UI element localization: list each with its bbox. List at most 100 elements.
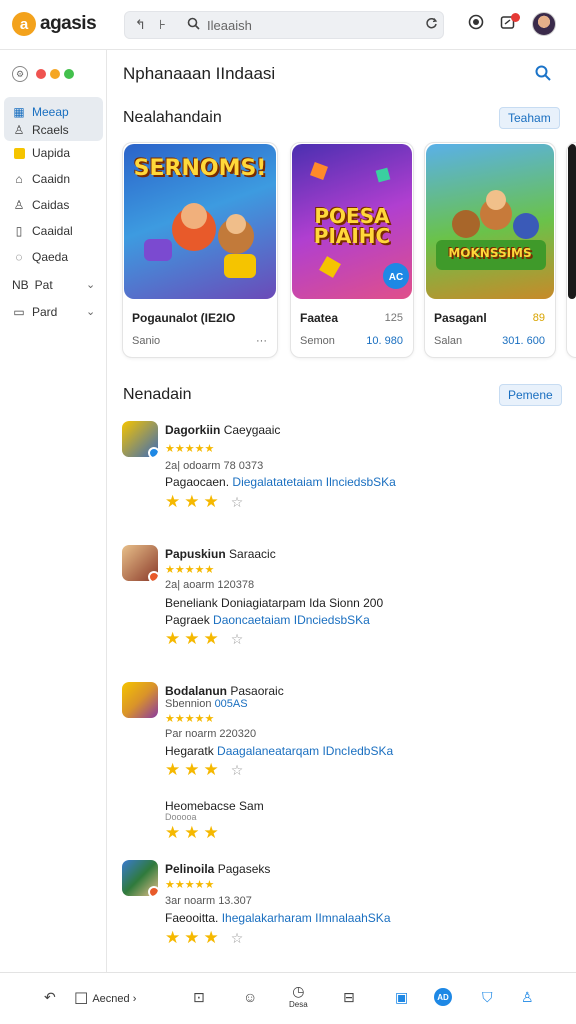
clock-label: Desa xyxy=(289,1000,308,1009)
checkbox-item[interactable]: ☐ Aecned › xyxy=(74,989,136,1009)
person-icon[interactable]: ♙ xyxy=(521,989,534,1006)
person-icon: ♙ xyxy=(13,198,25,212)
section-action-button[interactable]: Pemene xyxy=(499,384,562,406)
card-price: 301. 600 xyxy=(502,335,545,347)
game-card[interactable]: MOKNSSIMS Pasaganl 89 Salan 301. 600 xyxy=(424,142,556,358)
star-rating: ★★★★★ xyxy=(165,713,215,725)
sidebar-item-pard[interactable]: ▭ Pard xyxy=(12,303,57,321)
app-icon xyxy=(122,421,158,457)
sidebar-item-label: Qaeda xyxy=(32,250,69,264)
review-link[interactable]: Diegalatatetaiam IlnciedsbSKa xyxy=(232,475,395,489)
review-item[interactable]: Dagorkiin Caeygaaic ★★★★★ 2a| odoarm 78 … xyxy=(122,421,552,511)
review-link[interactable]: Daagalaneatarqam IDncIedbSKa xyxy=(217,744,393,758)
empty-star-icon[interactable]: ☆ xyxy=(231,631,248,647)
star-rating: ★★★★★ xyxy=(165,564,215,576)
more-icon[interactable]: ··· xyxy=(256,335,267,347)
maximize-dot[interactable] xyxy=(64,69,74,79)
review-item[interactable]: Bodalanun Pasaoraic Sbennion 005AS ★★★★★… xyxy=(122,682,552,782)
notification-badge xyxy=(511,13,520,22)
card-price: 10. 980 xyxy=(366,335,403,347)
review-meta: Par noarm 220320 xyxy=(165,728,257,740)
user-rating[interactable]: ★★★ ☆ xyxy=(165,629,247,649)
shield-icon[interactable]: ⛉ xyxy=(482,989,493,1006)
sidebar-item-label: Meeap xyxy=(32,105,69,119)
game-card[interactable]: POESA PIAIHC AC Faatea 125 Semon 10. 980 xyxy=(290,142,414,358)
settings-icon[interactable]: ⚙ xyxy=(12,66,28,82)
forward-icon[interactable]: ⊦ xyxy=(159,17,166,33)
card-title: Faatea xyxy=(300,311,339,325)
card-title: Pasaganl xyxy=(434,311,487,325)
section-action-button[interactable]: Teaham xyxy=(499,107,560,129)
search-icon[interactable] xyxy=(534,64,552,87)
chevron-down-icon[interactable]: ⌄ xyxy=(86,278,95,291)
card-title: Pogaunalot (IE2IO xyxy=(132,311,236,325)
ad-icon[interactable]: AD xyxy=(434,988,452,1006)
empty-star-icon[interactable]: ☆ xyxy=(231,930,248,946)
review-meta: Sbennion 005AS xyxy=(165,698,248,710)
review-meta: 2a| odoarm 78 0373 xyxy=(165,460,264,472)
sidebar-item-caaidn[interactable]: ⌂ Caaidn xyxy=(12,170,70,188)
sidebar-item-meeap[interactable]: ▦ Meeap xyxy=(12,103,69,121)
review-text: Pagraek Daoncaetaiam IDnciedsbSKa xyxy=(165,613,370,627)
sidebar-item-label: Rcaels xyxy=(32,123,69,137)
sidebar-item-uapida[interactable]: Uapida xyxy=(12,144,70,162)
reload-icon[interactable] xyxy=(425,17,438,33)
review-title: Bodalanun Pasaoraic xyxy=(165,684,284,698)
empty-star-icon[interactable]: ☆ xyxy=(231,494,248,510)
badge-app-icon[interactable]: ▣ xyxy=(395,989,408,1006)
review-item[interactable]: Heomebacse Sam Dooooa ★★★ xyxy=(122,797,552,847)
logo-icon: a xyxy=(12,12,36,36)
minimize-dot[interactable] xyxy=(50,69,60,79)
user-rating[interactable]: ★★★ ☆ xyxy=(165,928,247,948)
game-card-partial[interactable] xyxy=(566,142,576,358)
search-bar[interactable]: ↰ ⊦ Ileaaish xyxy=(124,11,444,39)
clock-icon[interactable]: ◷ xyxy=(289,983,308,1000)
chevron-down-icon[interactable]: ⌄ xyxy=(86,305,95,318)
svg-text:AC: AC xyxy=(389,272,403,283)
card-subtitle: Sanio xyxy=(132,335,161,347)
card-art xyxy=(568,144,576,299)
sidebar-item-label: Pat xyxy=(34,278,53,292)
sidebar-item-pat[interactable]: NB Pat xyxy=(12,276,53,294)
card-count: 89 xyxy=(532,312,545,324)
review-link[interactable]: Daoncaetaiam IDnciedsbSKa xyxy=(213,613,370,627)
user-rating[interactable]: ★★★ ☆ xyxy=(165,760,247,780)
search-input[interactable]: Ileaaish xyxy=(207,18,252,33)
app-logo[interactable]: a agasis xyxy=(12,12,97,36)
emoji-icon[interactable]: ☺ xyxy=(243,989,257,1005)
review-link[interactable]: Ihegalakarharam IImnalaahSKa xyxy=(222,911,391,925)
comment-icon[interactable]: ⊡ xyxy=(193,989,205,1006)
checkbox-icon[interactable]: ☐ xyxy=(74,989,88,1009)
review-item[interactable]: Papuskiun Saraacic ★★★★★ 2a| aoarm 12037… xyxy=(122,545,552,649)
app-icon xyxy=(122,545,158,581)
badge-icon xyxy=(148,886,158,896)
star-rating: ★★★★★ xyxy=(165,443,215,455)
back-icon[interactable]: ↶ xyxy=(44,989,56,1006)
sidebar-item-caidas[interactable]: ♙ Caidas xyxy=(12,196,70,214)
review-text: Faeooitta. Ihegalakarharam IImnalaahSKa xyxy=(165,911,391,925)
checkbox-label: Aecned › xyxy=(92,993,137,1005)
record-icon[interactable] xyxy=(468,14,484,34)
avatar[interactable] xyxy=(532,12,556,36)
card-art: POESA PIAIHC AC xyxy=(292,144,412,299)
close-dot[interactable] xyxy=(36,69,46,79)
card-subtitle: Semon xyxy=(300,335,335,347)
user-rating[interactable]: ★★★ xyxy=(165,823,223,843)
review-text: Beneliank Doniagiatarpam Ida Sionn 200 xyxy=(165,596,384,610)
game-card[interactable]: SERNOMS! Pogaunalot (IE2IO Sanio ··· xyxy=(122,142,278,358)
sidebar-item-label: Caaidn xyxy=(32,172,71,186)
album-icon[interactable]: ⊟ xyxy=(343,989,355,1006)
empty-star-icon[interactable]: ☆ xyxy=(231,762,248,778)
sidebar-item-caaidal[interactable]: ▯ Caaidal xyxy=(12,222,73,240)
search-icon xyxy=(187,17,200,33)
sidebar-item-rcaels[interactable]: ♙ Rcaels xyxy=(12,121,69,139)
review-item[interactable]: Pelinoila Pagaseks ★★★★★ 3ar noarm 13.30… xyxy=(122,860,552,950)
back-icon[interactable]: ↰ xyxy=(135,17,146,33)
section-title: Nealahandain xyxy=(123,109,222,126)
user-rating[interactable]: ★★★ ☆ xyxy=(165,492,247,512)
clock-item[interactable]: ◷ Desa xyxy=(289,983,308,1009)
tag-icon: ◌ xyxy=(15,250,23,264)
sidebar-item-qaeda[interactable]: ◌ Qaeda xyxy=(12,248,68,266)
card-count: 125 xyxy=(384,312,403,324)
bottom-toolbar: ↶ ☐ Aecned › ⊡ ☺ ◷ Desa ⊟ ▣ AD ⛉ ♙ xyxy=(0,972,576,1024)
